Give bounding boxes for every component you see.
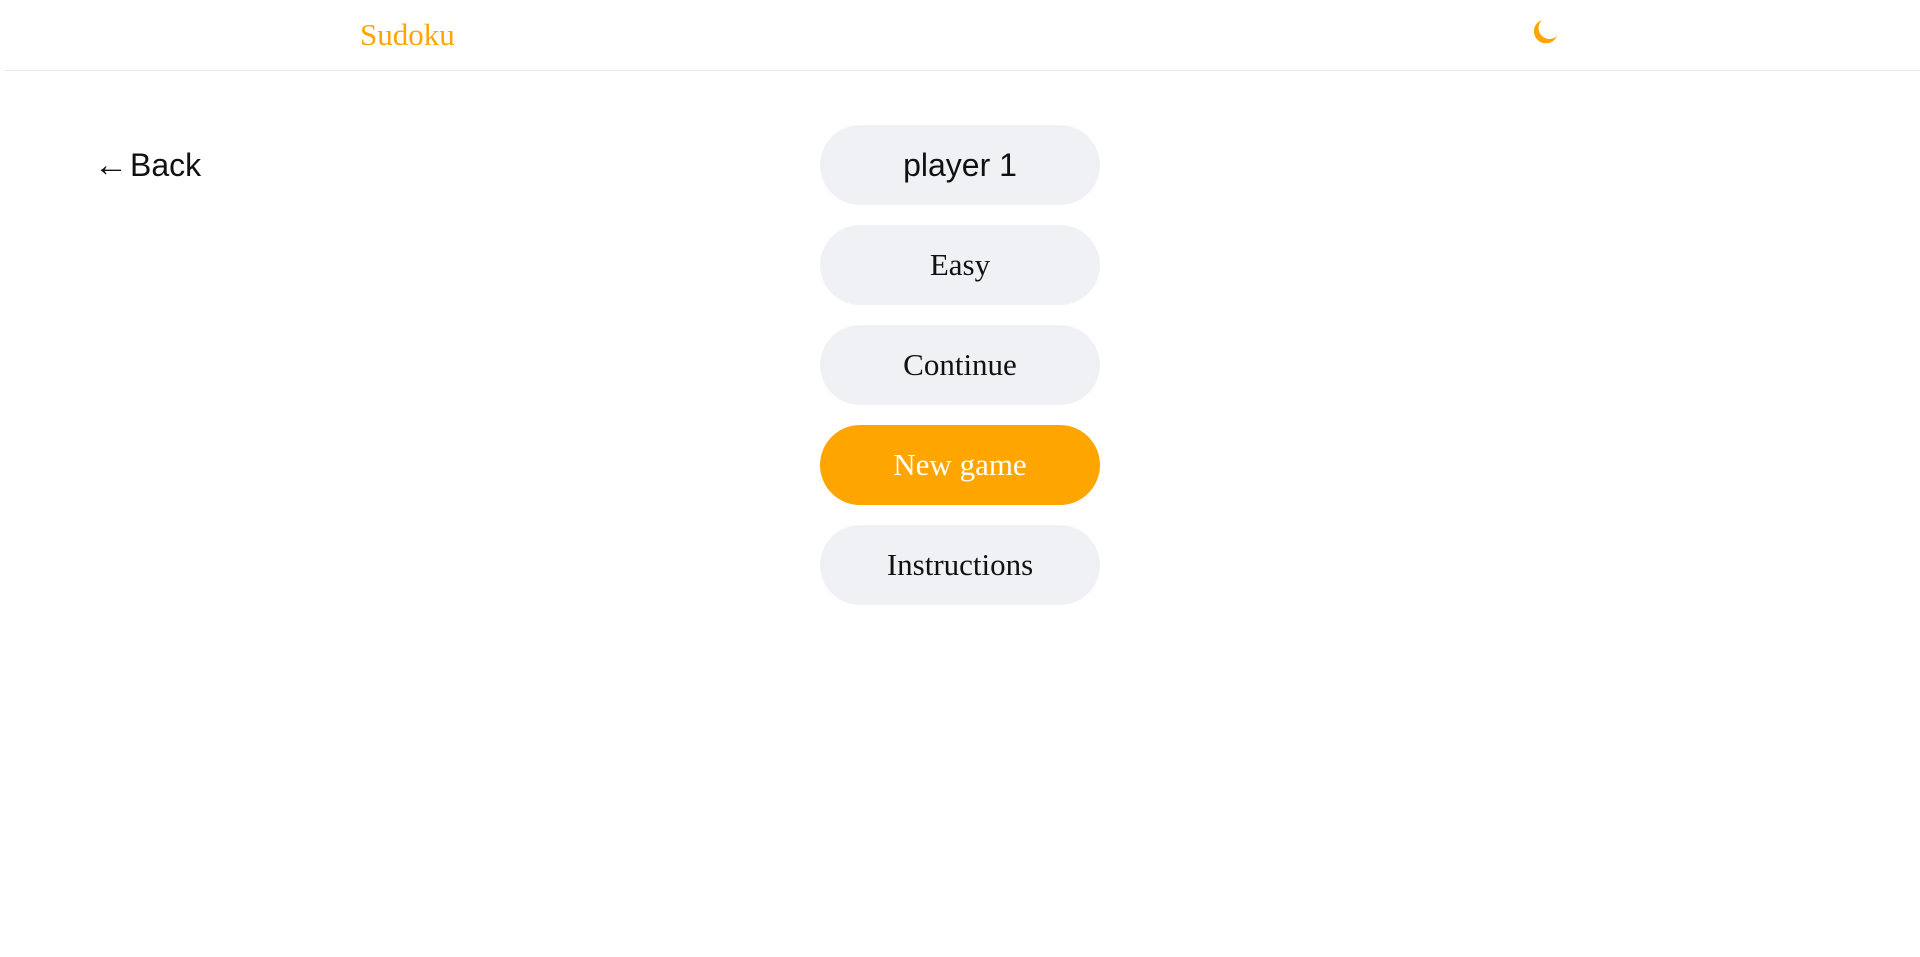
continue-button[interactable]: Continue (820, 325, 1100, 405)
arrow-left-icon: ← (94, 146, 128, 184)
theme-toggle-button[interactable] (1528, 16, 1562, 50)
difficulty-button[interactable]: Easy (820, 225, 1100, 305)
moon-icon (1533, 20, 1557, 44)
back-label: Back (130, 147, 202, 183)
app-header: Sudoku (5, 0, 1920, 71)
app-title[interactable]: Sudoku (360, 16, 455, 54)
new-game-button[interactable]: New game (820, 425, 1100, 505)
player-name-input[interactable] (820, 125, 1100, 205)
instructions-button[interactable]: Instructions (820, 525, 1100, 605)
back-button[interactable]: ← Back (94, 145, 201, 185)
game-menu: Easy Continue New game Instructions (820, 125, 1100, 625)
